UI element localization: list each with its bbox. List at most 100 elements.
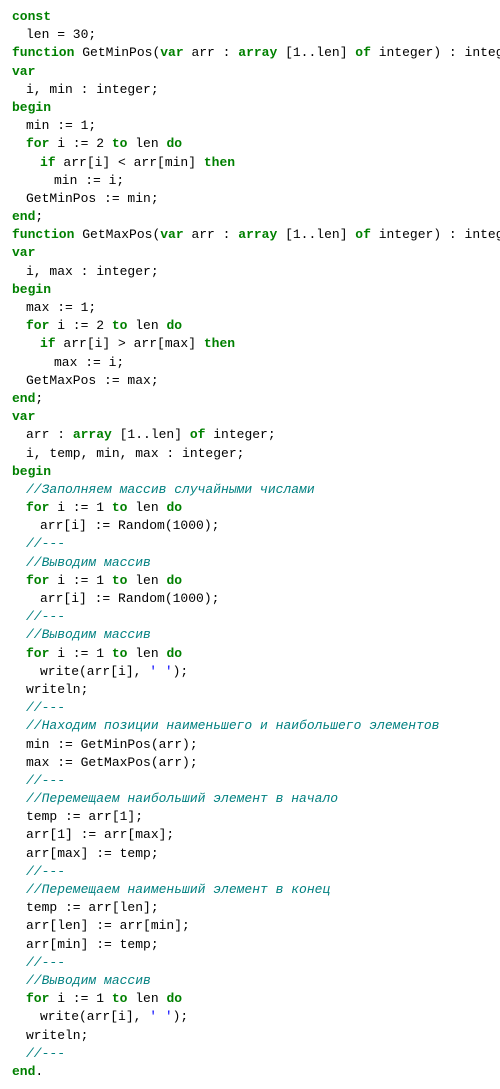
code-line: writeln; [12, 681, 488, 699]
keyword-for: for [26, 646, 49, 661]
code-line: arr : array [1..len] of integer; [12, 426, 488, 444]
code-line: for i := 1 to len do [12, 572, 488, 590]
keyword-of: of [355, 227, 371, 242]
code-text: i := 1 [49, 991, 111, 1006]
code-text: i := 2 [49, 318, 111, 333]
code-text: ; [35, 391, 43, 406]
keyword-for: for [26, 318, 49, 333]
code-text: len [127, 318, 166, 333]
string-literal: ' ' [149, 664, 172, 679]
comment-line: //--- [12, 535, 488, 553]
keyword-do: do [166, 991, 182, 1006]
code-text: i := 1 [49, 646, 111, 661]
code-line: arr[max] := temp; [12, 845, 488, 863]
code-text: ); [173, 1009, 189, 1024]
keyword-var: var [160, 227, 183, 242]
code-text: i := 2 [49, 136, 111, 151]
code-text: ; [35, 209, 43, 224]
code-line: begin [12, 99, 488, 117]
keyword-of: of [190, 427, 206, 442]
comment-line: //--- [12, 954, 488, 972]
code-line: const [12, 8, 488, 26]
keyword-begin: begin [12, 464, 51, 479]
code-text: arr : [184, 45, 239, 60]
code-text: len [127, 136, 166, 151]
code-text: i := 1 [49, 500, 111, 515]
code-text: integer; [205, 427, 275, 442]
comment-line: //Выводим массив [12, 626, 488, 644]
keyword-of: of [355, 45, 371, 60]
code-line: begin [12, 463, 488, 481]
keyword-begin: begin [12, 100, 51, 115]
comment-line: //Заполняем массив случайными числами [12, 481, 488, 499]
code-text: len [127, 573, 166, 588]
keyword-for: for [26, 991, 49, 1006]
keyword-to: to [112, 573, 128, 588]
code-line: arr[len] := arr[min]; [12, 917, 488, 935]
code-line: end; [12, 390, 488, 408]
keyword-to: to [112, 136, 128, 151]
code-line: var [12, 408, 488, 426]
code-text: arr[i] < arr[min] [56, 155, 204, 170]
keyword-to: to [112, 991, 128, 1006]
code-line: i, temp, min, max : integer; [12, 445, 488, 463]
code-line: max := 1; [12, 299, 488, 317]
keyword-then: then [204, 336, 235, 351]
code-text: ); [173, 664, 189, 679]
keyword-end: end [12, 209, 35, 224]
keyword-for: for [26, 136, 49, 151]
code-text: arr : [26, 427, 73, 442]
code-text: arr[i] > arr[max] [56, 336, 204, 351]
code-line: function GetMaxPos(var arr : array [1..l… [12, 226, 488, 244]
keyword-to: to [112, 646, 128, 661]
code-text: integer) : integer; [371, 45, 500, 60]
keyword-if: if [40, 155, 56, 170]
keyword-var: var [12, 409, 35, 424]
keyword-if: if [40, 336, 56, 351]
code-line: GetMaxPos := max; [12, 372, 488, 390]
keyword-array: array [238, 227, 277, 242]
code-line: var [12, 244, 488, 262]
code-line: min := GetMinPos(arr); [12, 736, 488, 754]
code-text: len [127, 646, 166, 661]
keyword-begin: begin [12, 282, 51, 297]
code-line: min := i; [12, 172, 488, 190]
code-line: GetMinPos := min; [12, 190, 488, 208]
comment-line: //--- [12, 608, 488, 626]
code-line: if arr[i] > arr[max] then [12, 335, 488, 353]
code-line: arr[1] := arr[max]; [12, 826, 488, 844]
comment-line: //--- [12, 863, 488, 881]
code-text: . [35, 1064, 43, 1079]
comment-line: //Находим позиции наименьшего и наибольш… [12, 717, 488, 735]
code-text: GetMaxPos( [82, 227, 160, 242]
code-line: writeln; [12, 1027, 488, 1045]
keyword-do: do [166, 646, 182, 661]
code-text: [1..len] [112, 427, 190, 442]
code-line: for i := 1 to len do [12, 645, 488, 663]
keyword-const: const [12, 9, 51, 24]
code-line: temp := arr[len]; [12, 899, 488, 917]
code-line: max := i; [12, 354, 488, 372]
code-line: end. [12, 1063, 488, 1081]
code-line: temp := arr[1]; [12, 808, 488, 826]
keyword-var: var [12, 64, 35, 79]
code-line: if arr[i] < arr[min] then [12, 154, 488, 172]
comment-line: //--- [12, 699, 488, 717]
code-line: for i := 2 to len do [12, 135, 488, 153]
code-line: for i := 1 to len do [12, 990, 488, 1008]
keyword-to: to [112, 318, 128, 333]
code-line: function GetMinPos(var arr : array [1..l… [12, 44, 488, 62]
keyword-for: for [26, 500, 49, 515]
comment-line: //Перемещаем наименьший элемент в конец [12, 881, 488, 899]
code-line: arr[i] := Random(1000); [12, 590, 488, 608]
keyword-to: to [112, 500, 128, 515]
keyword-var: var [12, 245, 35, 260]
code-text: len [127, 500, 166, 515]
keyword-do: do [166, 573, 182, 588]
code-text: arr : [184, 227, 239, 242]
code-line: for i := 1 to len do [12, 499, 488, 517]
keyword-do: do [166, 318, 182, 333]
keyword-end: end [12, 1064, 35, 1079]
keyword-do: do [166, 500, 182, 515]
code-text: len [127, 991, 166, 1006]
